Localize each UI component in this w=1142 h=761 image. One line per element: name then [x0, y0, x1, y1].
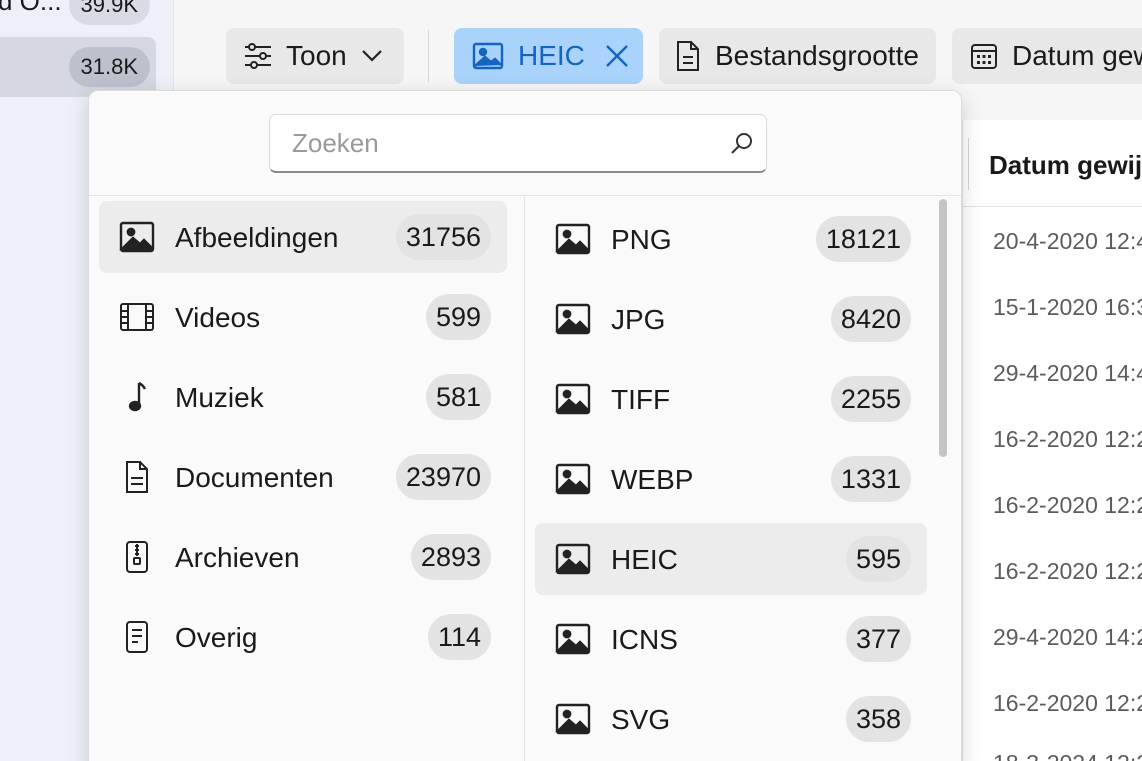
format-count: 1331 — [830, 456, 911, 502]
category-label: Overig — [175, 622, 258, 653]
table-cell-date: 20-4-2020 12:4 — [993, 228, 1142, 254]
format-item-webp[interactable]: WEBP 1331 — [535, 443, 927, 515]
format-item-icns[interactable]: ICNS 377 — [535, 603, 927, 675]
category-count: 31756 — [395, 214, 491, 260]
date-filter-chip[interactable]: Datum gew — [952, 28, 1142, 84]
close-icon[interactable] — [605, 44, 629, 68]
image-icon — [555, 223, 591, 255]
format-count: 2255 — [830, 376, 911, 422]
category-label: Documenten — [175, 462, 334, 493]
image-icon — [555, 543, 591, 575]
format-label: TIFF — [611, 384, 671, 415]
image-icon — [555, 623, 591, 655]
note-icon — [126, 621, 148, 653]
category-item-videos[interactable]: Videos 599 — [99, 281, 507, 353]
search-box[interactable] — [269, 114, 767, 173]
format-label: HEIC — [611, 544, 678, 575]
sidebar-item-top[interactable]: d O... 39.9K — [0, 0, 156, 38]
table-cell-date: 18-3-2024 12:2 — [993, 750, 1142, 761]
table-cell-date: 16-2-2020 12:2 — [993, 426, 1142, 452]
format-label: SVG — [611, 704, 671, 735]
filesize-filter-chip[interactable]: Bestandsgrootte — [659, 28, 936, 84]
date-chip-label: Datum gew — [1012, 40, 1142, 71]
format-count: 377 — [845, 616, 911, 662]
table-cell-date: 15-1-2020 16:3 — [993, 294, 1142, 320]
archive-zip-icon — [126, 541, 148, 573]
table-cell-date: 16-2-2020 12:2 — [993, 690, 1142, 716]
column-divider — [524, 196, 525, 761]
category-item-overig[interactable]: Overig 114 — [99, 601, 507, 673]
sidebar-item-count: 39.9K — [68, 0, 150, 25]
sidebar-item-count: 31.8K — [68, 47, 150, 87]
file-table: Datum gewij 20-4-2020 12:4 15-1-2020 16:… — [962, 120, 1142, 761]
scrollbar-thumb[interactable] — [939, 199, 947, 457]
image-icon — [555, 703, 591, 735]
sliders-icon — [245, 43, 271, 69]
music-note-icon — [128, 381, 147, 412]
category-label: Afbeeldingen — [175, 222, 339, 253]
image-icon — [472, 42, 504, 70]
search-input[interactable] — [270, 115, 710, 171]
category-count: 114 — [427, 614, 491, 660]
sidebar-item-active[interactable]: 31.8K — [0, 37, 156, 97]
table-cell-date: 29-4-2020 14:4 — [993, 360, 1142, 386]
image-icon — [555, 383, 591, 415]
category-item-archieven[interactable]: Archieven 2893 — [99, 521, 507, 593]
format-item-png[interactable]: PNG 18121 — [535, 203, 927, 275]
document-icon — [677, 41, 699, 71]
format-label: PNG — [611, 224, 672, 255]
chevron-down-icon — [361, 50, 382, 62]
format-item-svg[interactable]: SVG 358 — [535, 683, 927, 755]
category-item-muziek[interactable]: Muziek 581 — [99, 361, 507, 433]
format-item-heic[interactable]: HEIC 595 — [535, 523, 927, 595]
header-divider — [963, 206, 1142, 207]
category-label: Archieven — [175, 542, 300, 573]
sidebar-item-label: d O... — [0, 0, 62, 16]
category-count: 23970 — [395, 454, 491, 500]
format-label: JPG — [611, 304, 666, 335]
filesize-chip-label: Bestandsgrootte — [715, 40, 919, 71]
column-header-date-modified[interactable]: Datum gewij — [989, 150, 1142, 181]
table-cell-date: 29-4-2020 14:2 — [993, 624, 1142, 650]
heic-filter-chip[interactable]: HEIC — [454, 28, 643, 84]
toon-label: Toon — [286, 40, 347, 71]
category-count: 2893 — [410, 534, 491, 580]
calendar-icon — [971, 44, 997, 69]
format-count: 358 — [845, 696, 911, 742]
category-item-documenten[interactable]: Documenten 23970 — [99, 441, 507, 513]
image-icon — [555, 303, 591, 335]
column-divider[interactable] — [968, 138, 969, 190]
film-icon — [120, 303, 154, 331]
format-label: ICNS — [611, 624, 678, 655]
document-icon — [126, 461, 148, 493]
table-cell-date: 16-2-2020 12:2 — [993, 558, 1142, 584]
format-item-tiff[interactable]: TIFF 2255 — [535, 363, 927, 435]
category-count: 599 — [425, 294, 491, 340]
image-icon — [555, 463, 591, 495]
format-label: WEBP — [611, 464, 694, 495]
format-count: 18121 — [815, 216, 911, 262]
toolbar-divider — [428, 30, 429, 82]
popup-divider — [89, 195, 961, 196]
heic-chip-label: HEIC — [518, 40, 585, 71]
category-count: 581 — [425, 374, 491, 420]
toon-button[interactable]: Toon — [226, 28, 404, 84]
category-label: Videos — [175, 302, 261, 333]
category-item-afbeeldingen[interactable]: Afbeeldingen 31756 — [99, 201, 507, 273]
category-label: Muziek — [175, 382, 264, 413]
image-icon — [119, 221, 155, 253]
file-type-filter-popup: Afbeeldingen 31756 Videos 599 Muziek 581… — [88, 90, 962, 761]
format-item-jpg[interactable]: JPG 8420 — [535, 283, 927, 355]
format-count: 595 — [845, 536, 911, 582]
format-count: 8420 — [830, 296, 911, 342]
table-cell-date: 16-2-2020 12:2 — [993, 492, 1142, 518]
search-icon[interactable] — [730, 131, 754, 155]
